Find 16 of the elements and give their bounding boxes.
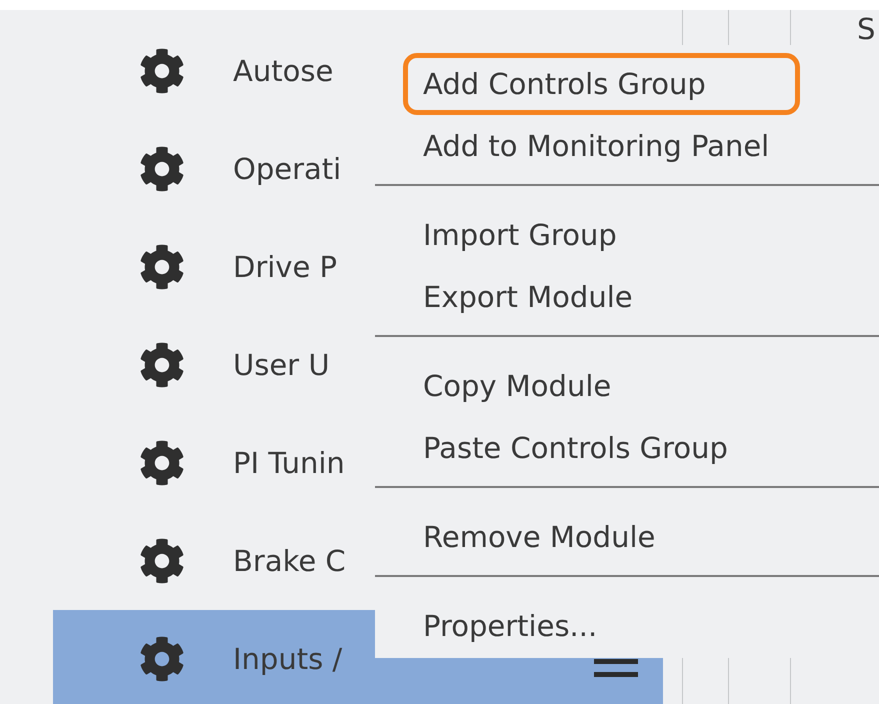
gear-icon	[139, 244, 185, 290]
menu-item[interactable]: Import Group	[403, 204, 800, 266]
column-header: S	[857, 12, 876, 46]
gear-icon	[139, 440, 185, 486]
menu-icon[interactable]	[594, 657, 638, 679]
gear-icon	[139, 538, 185, 584]
menu-item[interactable]: Add Controls Group	[403, 53, 800, 115]
gear-icon	[139, 48, 185, 94]
menu-item[interactable]: Copy Module	[403, 355, 800, 417]
gear-icon	[139, 146, 185, 192]
menu-item[interactable]: Paste Controls Group	[403, 417, 800, 479]
menu-item[interactable]: Export Module	[403, 266, 800, 328]
gear-icon	[139, 342, 185, 388]
menu-item[interactable]: Add to Monitoring Panel	[403, 115, 800, 177]
menu-item[interactable]: Remove Module	[403, 506, 800, 568]
gear-icon	[139, 636, 185, 682]
